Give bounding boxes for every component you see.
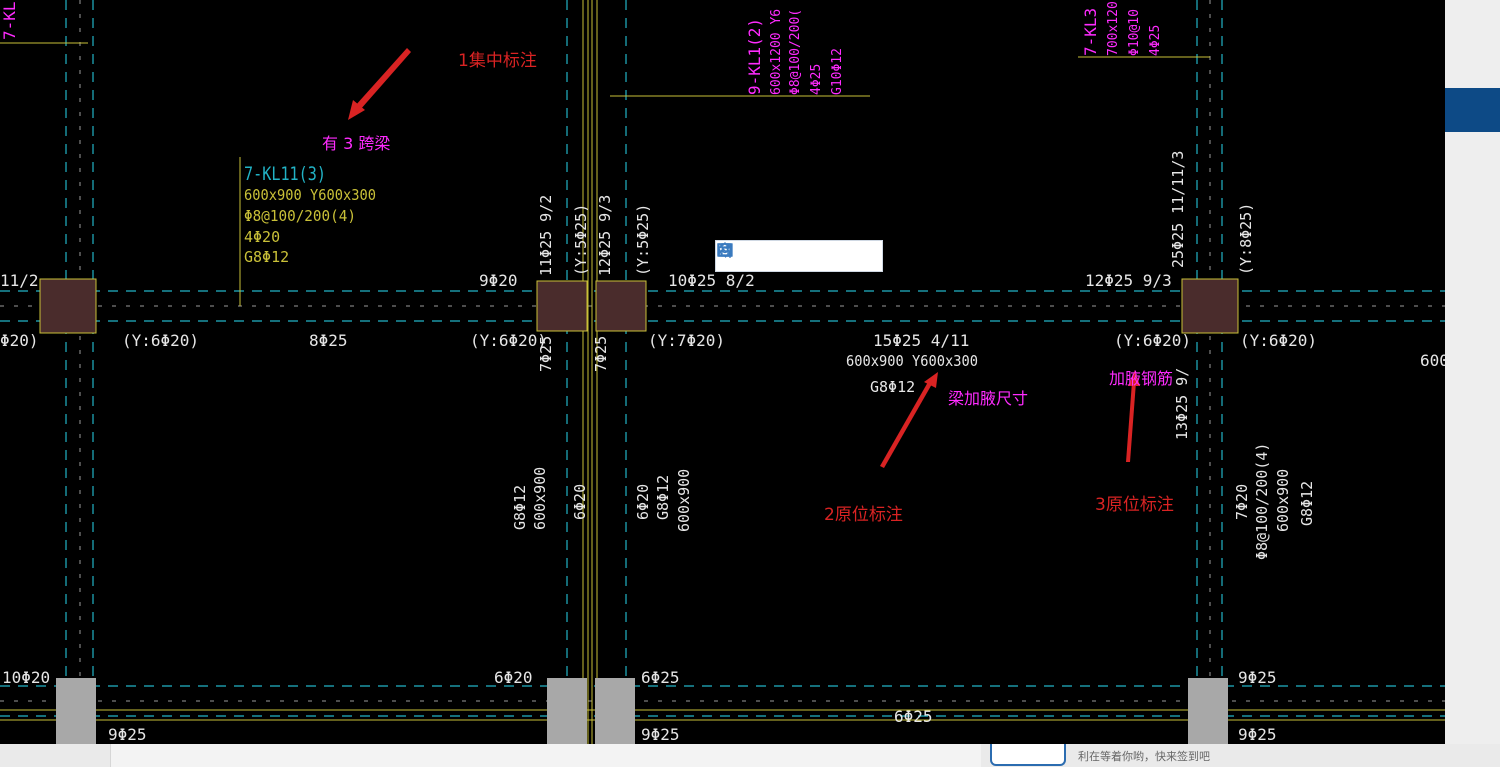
cad-drawing-canvas[interactable]: 7-KL 7-KL11(3) 600x900 Y600x300 Φ8@100/2…: [0, 0, 1445, 744]
rebar-label: 7Φ25: [592, 336, 610, 372]
beam-lines: [0, 0, 1445, 744]
top-right-line: 4Φ25: [1148, 25, 1163, 56]
bottom-card: [110, 744, 981, 767]
col-label: Φ8@100/200(4): [1253, 443, 1271, 560]
beam-center-line: 600x900 Y600x300: [244, 186, 376, 204]
rebar-label: 6Φ25: [894, 707, 933, 726]
col-label: 7Φ20: [1233, 484, 1251, 520]
save-icon[interactable]: [718, 243, 780, 269]
top-right-line: Φ10@10: [1127, 9, 1142, 56]
rebar-label: 9Φ25: [641, 725, 680, 744]
beam-center-line: 4Φ20: [244, 228, 280, 246]
col-label: 600x900: [531, 467, 549, 530]
rebar-label: 8Φ25: [309, 331, 348, 350]
image-icon[interactable]: [717, 243, 846, 269]
annotation-span-count: 有 3 跨梁: [322, 134, 391, 153]
drawing-text: 7-KL 7-KL11(3) 600x900 Y600x300 Φ8@100/2…: [0, 1, 1445, 744]
beam-center-line: G8Φ12: [244, 248, 289, 266]
rebar-label: 7Φ25: [537, 336, 555, 372]
annotation-concentrated: 1集中标注: [458, 51, 537, 71]
rebar-label: (Y:6Φ20): [1114, 331, 1191, 350]
axis-lines: [0, 0, 1445, 744]
top-mid-line: Φ8@100/200(: [788, 9, 803, 95]
top-mid-beam-title: 9-KL1(2): [745, 18, 764, 95]
rebar-label: 10Φ20: [2, 668, 50, 687]
top-left-beam-title: 7-KL: [0, 1, 19, 40]
rebar-label: 11/2: [0, 271, 39, 290]
rebar-label: (Y:6Φ20): [1240, 331, 1317, 350]
rebar-label: 600: [1420, 351, 1445, 370]
beam-edges: [0, 0, 1445, 744]
rebar-label: (Y:5Φ25): [572, 204, 590, 276]
right-side-panel: [1445, 0, 1500, 767]
rebar-label: 6Φ25: [641, 668, 680, 687]
rebar-label: 15Φ25 4/11: [873, 331, 969, 350]
rebar-label: 6Φ20: [494, 668, 533, 687]
rebar-label: 9Φ20: [479, 271, 518, 290]
col-label: 600x900: [675, 469, 693, 532]
annotation-original-2: 2原位标注: [824, 505, 903, 525]
drawing-svg: 7-KL 7-KL11(3) 600x900 Y600x300 Φ8@100/2…: [0, 0, 1445, 744]
rebar-label: 9Φ25: [1238, 668, 1277, 687]
rebar-label: (Y:8Φ25): [1237, 203, 1255, 275]
top-mid-line: G10Φ12: [830, 48, 845, 95]
rebar-label: 12Φ25 9/3: [596, 195, 614, 276]
rebar-label: (Y:5Φ25): [634, 204, 652, 276]
col-label: G8Φ12: [654, 475, 672, 520]
beam-center-line: Φ8@100/200(4): [244, 207, 356, 225]
rebar-label: (Y:6Φ20): [470, 331, 547, 350]
top-mid-line: 4Φ25: [809, 64, 824, 95]
col-label: G8Φ12: [1298, 481, 1316, 526]
rebar-label: 9Φ25: [108, 725, 147, 744]
annotation-haunch-size: 梁加腋尺寸: [948, 389, 1029, 408]
mid-span-rebar: G8Φ12: [870, 378, 915, 396]
col-label: 6Φ20: [634, 484, 652, 520]
beam-center-title: 7-KL11(3): [244, 163, 326, 185]
settings-icon[interactable]: [717, 241, 879, 269]
bottom-strip: 利在等着你哟，快来签到吧: [0, 744, 1500, 767]
signin-promo-text[interactable]: 利在等着你哟，快来签到吧: [1078, 748, 1210, 764]
side-header-bar: [1445, 88, 1500, 132]
col-label: 6Φ20: [571, 484, 589, 520]
image-toolbar: [715, 240, 883, 272]
annotation-haunch-rebar: 加腋钢筋: [1109, 369, 1174, 388]
rebar-label: Φ20): [0, 331, 39, 350]
mid-span-size: 600x900 Y600x300: [846, 352, 978, 370]
rebar-label: 12Φ25 9/3: [1085, 271, 1172, 290]
rebar-label: 9Φ25: [1238, 725, 1277, 744]
signin-badge[interactable]: [990, 744, 1066, 766]
rebar-label: 10Φ25 8/2: [668, 271, 755, 290]
rebar-label: 25Φ25 11/11/3: [1169, 151, 1187, 268]
col-label: G8Φ12: [511, 485, 529, 530]
top-mid-line: 600x1200 Y6: [769, 9, 784, 95]
col-label: 600x900: [1274, 469, 1292, 532]
copy-icon[interactable]: [718, 243, 813, 269]
annotation-original-3: 3原位标注: [1095, 495, 1174, 515]
col-label: 13Φ25 9/: [1173, 368, 1191, 440]
top-right-beam-title: 7-KL3: [1081, 8, 1100, 56]
rebar-label: (Y:6Φ20): [122, 331, 199, 350]
top-right-line: 700x120: [1106, 1, 1121, 56]
rebar-label: (Y:7Φ20): [648, 331, 725, 350]
rebar-label: 11Φ25 9/2: [537, 195, 555, 276]
